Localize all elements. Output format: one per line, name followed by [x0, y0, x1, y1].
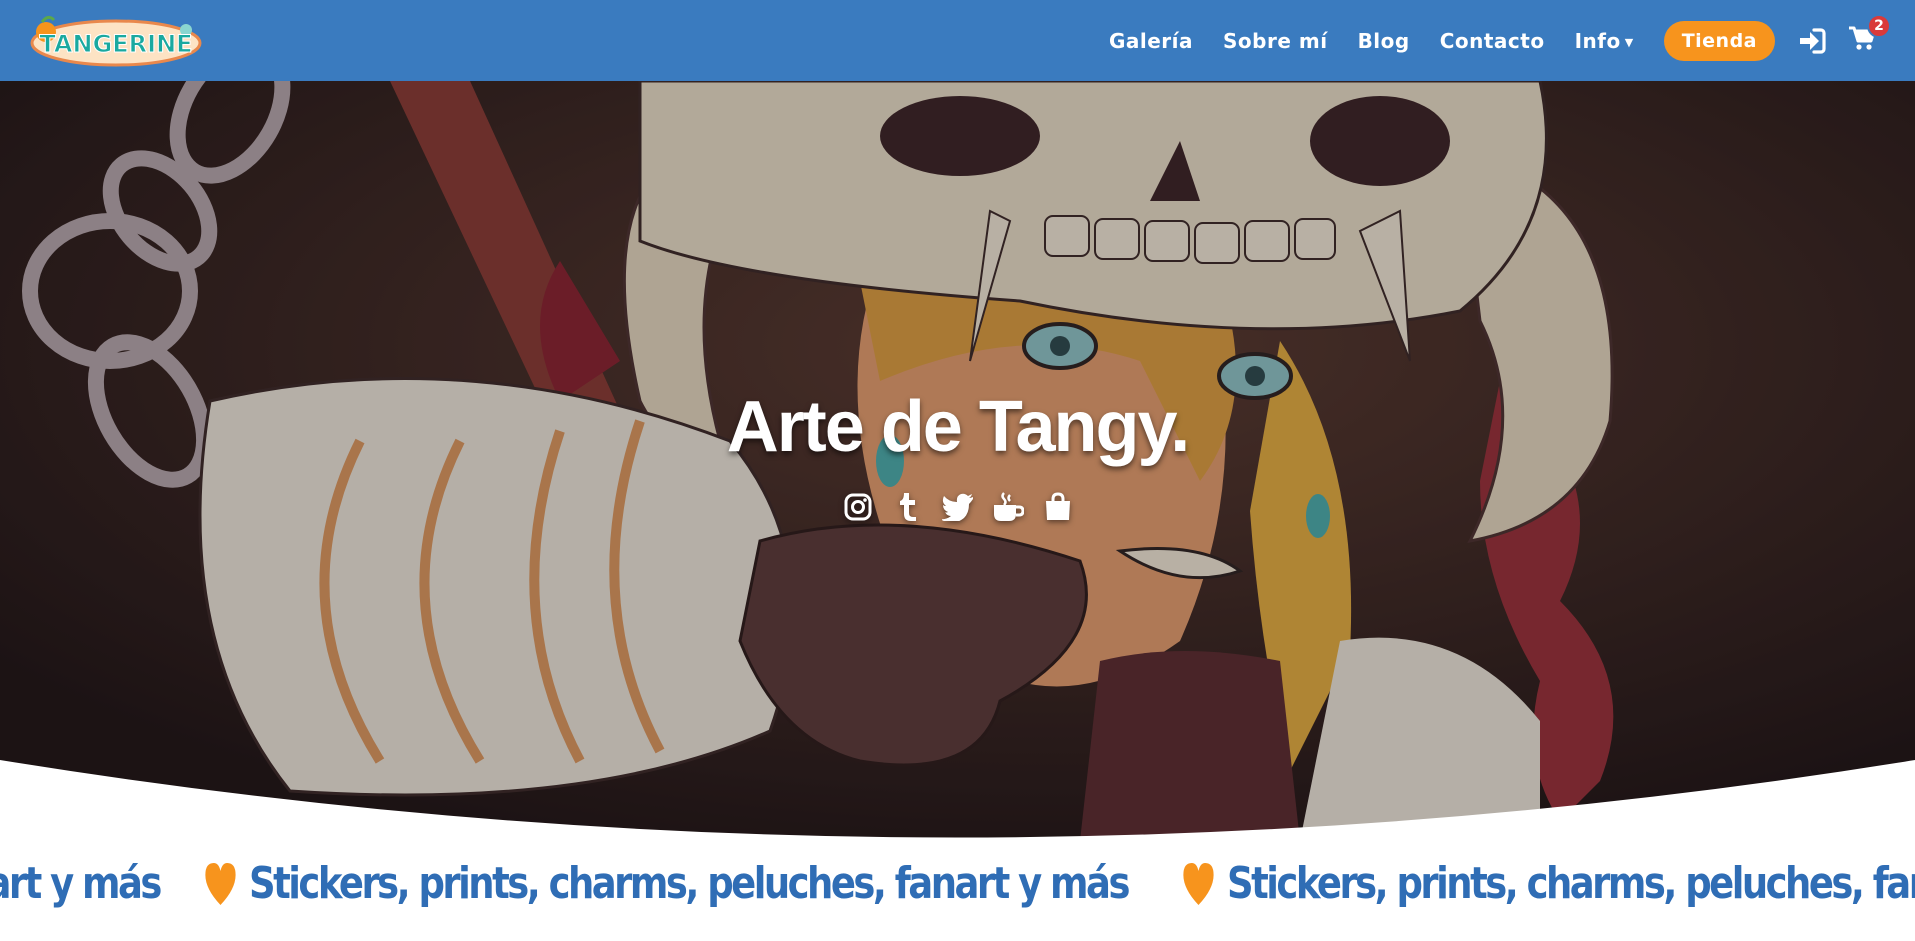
- marquee-item: Stickers, prints, charms, peluches, fana…: [202, 857, 1131, 909]
- marquee-text: Stickers, prints, charms, peluches, fana…: [249, 857, 1130, 909]
- marquee-item: Stickers, prints, charms, peluches, fana…: [1180, 858, 1915, 909]
- heart-icon: [205, 863, 237, 905]
- svg-text:TANGERINE: TANGERINE: [39, 30, 192, 58]
- nav-link-blog[interactable]: Blog: [1358, 29, 1410, 53]
- instagram-icon[interactable]: [842, 491, 874, 523]
- hero-banner: Arte de Tangy.: [0, 81, 1915, 841]
- top-navbar: TANGERINE Galería Sobre mí Blog Contacto…: [0, 0, 1915, 81]
- nav-link-contacto[interactable]: Contacto: [1440, 29, 1545, 53]
- social-links: [0, 491, 1915, 523]
- hero-title: Arte de Tangy.: [726, 387, 1190, 467]
- marquee-banner: Stickers, prints, charms, peluches, fana…: [0, 848, 1915, 918]
- kofi-icon[interactable]: [992, 491, 1024, 523]
- shop-button[interactable]: Tienda: [1663, 20, 1775, 61]
- cart-button[interactable]: 2: [1847, 13, 1891, 56]
- shop-bag-icon[interactable]: [1042, 491, 1074, 523]
- twitter-icon[interactable]: [941, 491, 974, 523]
- login-icon[interactable]: [1797, 26, 1827, 56]
- cart-count-badge: 2: [1867, 13, 1891, 38]
- nav-link-sobre-mi[interactable]: Sobre mí: [1223, 29, 1328, 53]
- caret-down-icon: ▼: [1624, 35, 1634, 49]
- nav-links: Galería Sobre mí Blog Contacto Info ▼ Tie…: [1109, 0, 1915, 81]
- tumblr-icon[interactable]: [892, 491, 924, 523]
- nav-link-galeria[interactable]: Galería: [1109, 29, 1193, 53]
- nav-dropdown-info[interactable]: Info ▼: [1575, 29, 1634, 53]
- nav-link-info-label: Info: [1574, 28, 1621, 53]
- tangerine-logo[interactable]: TANGERINE: [30, 14, 202, 68]
- heart-icon: [1183, 863, 1214, 905]
- marquee-text: Stickers, prints, charms, peluches, fana…: [1226, 857, 1915, 909]
- marquee-item: Stickers, prints, charms, peluches, fana…: [0, 857, 163, 909]
- marquee-track: Stickers, prints, charms, peluches, fana…: [0, 848, 1915, 918]
- marquee-text: Stickers, prints, charms, peluches, fana…: [0, 857, 163, 909]
